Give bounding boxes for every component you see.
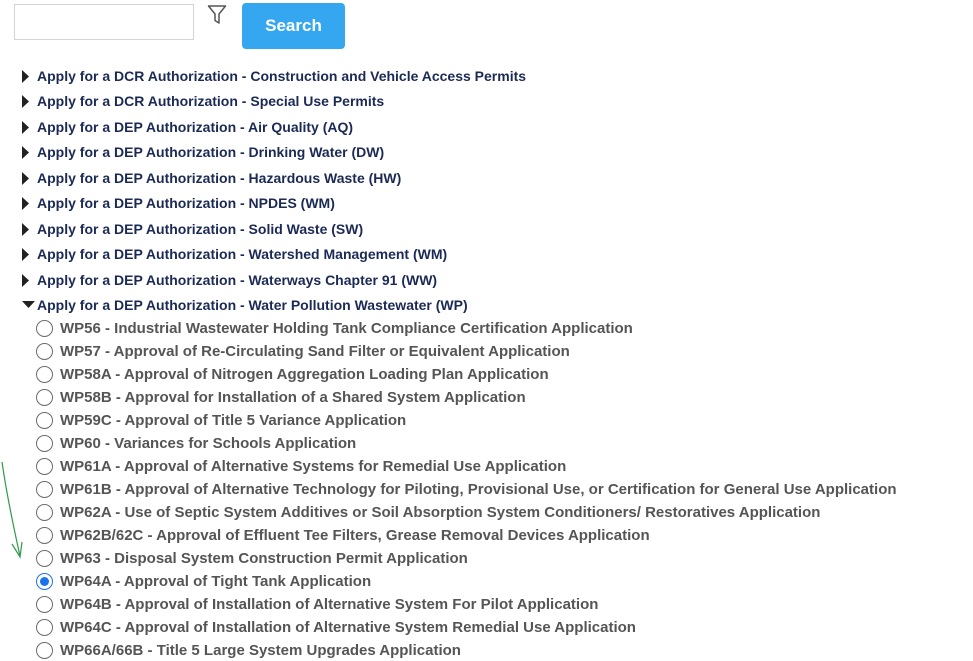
caret-down-icon[interactable] — [22, 293, 36, 317]
category-item[interactable]: Apply for a DCR Authorization - Construc… — [22, 64, 922, 88]
category-item[interactable]: Apply for a DEP Authorization - Water Po… — [22, 293, 922, 317]
radio-option[interactable]: WP57 - Approval of Re-Circulating Sand F… — [36, 340, 971, 362]
radio-option[interactable]: WP61A - Approval of Alternative Systems … — [36, 455, 971, 477]
caret-right-icon[interactable] — [22, 242, 36, 266]
radio-button-selected[interactable] — [36, 572, 53, 590]
category-item[interactable]: Apply for a DEP Authorization - Solid Wa… — [22, 217, 922, 241]
radio-button[interactable] — [36, 411, 53, 429]
radio-button[interactable] — [36, 388, 53, 406]
option-label[interactable]: WP56 - Industrial Wastewater Holding Tan… — [60, 320, 633, 337]
category-item[interactable]: Apply for a DCR Authorization - Special … — [22, 89, 922, 113]
caret-right-icon[interactable] — [22, 191, 36, 215]
option-label[interactable]: WP64A - Approval of Tight Tank Applicati… — [60, 573, 371, 590]
category-label[interactable]: Apply for a DCR Authorization - Special … — [37, 93, 384, 109]
category-label[interactable]: Apply for a DCR Authorization - Construc… — [37, 68, 526, 84]
radio-option[interactable]: WP58B - Approval for Installation of a S… — [36, 386, 971, 408]
category-item[interactable]: Apply for a DEP Authorization - Drinking… — [22, 140, 922, 164]
option-label[interactable]: WP62A - Use of Septic System Additives o… — [60, 504, 820, 521]
option-label[interactable]: WP59C - Approval of Title 5 Variance App… — [60, 412, 406, 429]
category-label[interactable]: Apply for a DEP Authorization - Hazardou… — [37, 170, 401, 186]
option-label[interactable]: WP61B - Approval of Alternative Technolo… — [60, 481, 897, 498]
radio-option[interactable]: WP59C - Approval of Title 5 Variance App… — [36, 409, 971, 431]
radio-option[interactable]: WP58A - Approval of Nitrogen Aggregation… — [36, 363, 971, 385]
radio-button[interactable] — [36, 342, 53, 360]
radio-option[interactable]: WP56 - Industrial Wastewater Holding Tan… — [36, 317, 971, 339]
option-label[interactable]: WP63 - Disposal System Construction Perm… — [60, 550, 468, 567]
option-label[interactable]: WP60 - Variances for Schools Application — [60, 435, 356, 452]
radio-button[interactable] — [36, 365, 53, 383]
search-button[interactable]: Search — [242, 3, 345, 49]
category-label[interactable]: Apply for a DEP Authorization - Watershe… — [37, 246, 447, 262]
caret-right-icon[interactable] — [22, 140, 36, 164]
caret-right-icon[interactable] — [22, 217, 36, 241]
radio-button[interactable] — [36, 434, 53, 452]
category-label[interactable]: Apply for a DEP Authorization - Water Po… — [37, 297, 468, 313]
option-label[interactable]: WP62B/62C - Approval of Effluent Tee Fil… — [60, 527, 650, 544]
radio-option[interactable]: WP64C - Approval of Installation of Alte… — [36, 616, 971, 638]
caret-right-icon[interactable] — [22, 64, 36, 88]
radio-button[interactable] — [36, 526, 53, 544]
radio-option[interactable]: WP64B - Approval of Installation of Alte… — [36, 593, 971, 615]
category-label[interactable]: Apply for a DEP Authorization - Waterway… — [37, 272, 437, 288]
radio-option[interactable]: WP61B - Approval of Alternative Technolo… — [36, 478, 971, 500]
search-input[interactable] — [14, 4, 194, 40]
option-label[interactable]: WP64C - Approval of Installation of Alte… — [60, 619, 636, 636]
caret-right-icon[interactable] — [22, 115, 36, 139]
radio-option[interactable]: WP66A/66B - Title 5 Large System Upgrade… — [36, 639, 971, 661]
option-label[interactable]: WP66A/66B - Title 5 Large System Upgrade… — [60, 642, 461, 659]
option-label[interactable]: WP57 - Approval of Re-Circulating Sand F… — [60, 343, 570, 360]
radio-option[interactable]: WP62B/62C - Approval of Effluent Tee Fil… — [36, 524, 971, 546]
radio-option[interactable]: WP62A - Use of Septic System Additives o… — [36, 501, 971, 523]
category-item[interactable]: Apply for a DEP Authorization - Hazardou… — [22, 166, 922, 190]
radio-dot — [40, 576, 49, 586]
category-label[interactable]: Apply for a DEP Authorization - Air Qual… — [37, 119, 353, 135]
category-item[interactable]: Apply for a DEP Authorization - NPDES (W… — [22, 191, 922, 215]
radio-button[interactable] — [36, 595, 53, 613]
filter-icon[interactable] — [207, 4, 227, 26]
caret-right-icon[interactable] — [22, 166, 36, 190]
radio-button[interactable] — [36, 480, 53, 498]
radio-option[interactable]: WP60 - Variances for Schools Application — [36, 432, 971, 454]
radio-button[interactable] — [36, 641, 53, 659]
caret-right-icon[interactable] — [22, 268, 36, 292]
category-item[interactable]: Apply for a DEP Authorization - Waterway… — [22, 268, 922, 292]
category-item[interactable]: Apply for a DEP Authorization - Watershe… — [22, 242, 922, 266]
category-label[interactable]: Apply for a DEP Authorization - Solid Wa… — [37, 221, 363, 237]
option-label[interactable]: WP58B - Approval for Installation of a S… — [60, 389, 526, 406]
radio-option[interactable]: WP63 - Disposal System Construction Perm… — [36, 547, 971, 569]
category-label[interactable]: Apply for a DEP Authorization - NPDES (W… — [37, 195, 335, 211]
option-label[interactable]: WP64B - Approval of Installation of Alte… — [60, 596, 598, 613]
category-label[interactable]: Apply for a DEP Authorization - Drinking… — [37, 144, 384, 160]
option-label[interactable]: WP58A - Approval of Nitrogen Aggregation… — [60, 366, 549, 383]
radio-button[interactable] — [36, 457, 53, 475]
radio-option[interactable]: WP64A - Approval of Tight Tank Applicati… — [36, 570, 971, 592]
radio-button[interactable] — [36, 618, 53, 636]
annotation-arrow — [1, 461, 23, 559]
category-item[interactable]: Apply for a DEP Authorization - Air Qual… — [22, 115, 922, 139]
option-label[interactable]: WP61A - Approval of Alternative Systems … — [60, 458, 566, 475]
radio-button[interactable] — [36, 503, 53, 521]
radio-button[interactable] — [36, 319, 53, 337]
radio-button[interactable] — [36, 549, 53, 567]
caret-right-icon[interactable] — [22, 89, 36, 113]
